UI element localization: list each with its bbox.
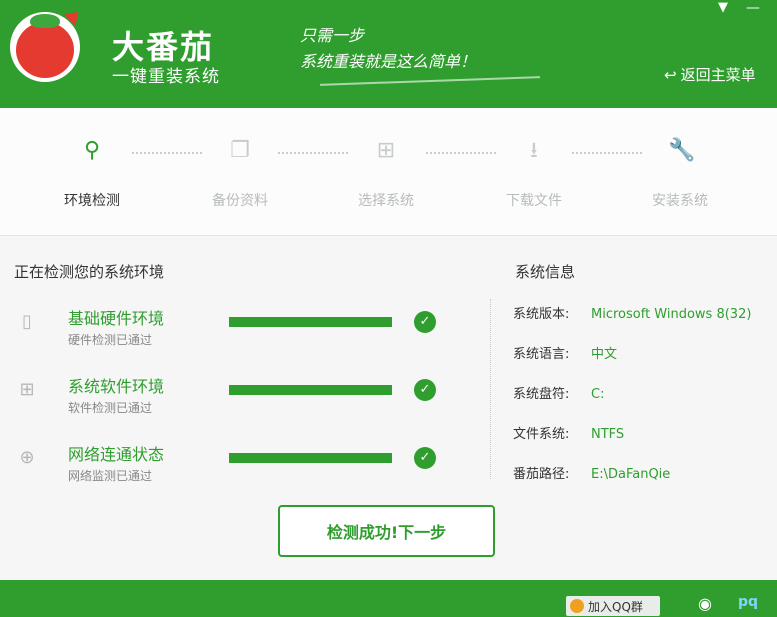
copy-icon: ❐	[230, 138, 250, 163]
info-row-drive: 系统盘符: C:	[513, 383, 604, 402]
leaf-icon	[30, 14, 60, 28]
pq-icon[interactable]: pq	[738, 594, 764, 614]
qq-label: 加入QQ群	[588, 599, 643, 614]
check-title: 网络连通状态	[68, 445, 165, 464]
app-footer: 加入QQ群 ◉ pq	[0, 580, 777, 617]
info-row-path: 番茄路径: E:\DaFanQie	[513, 463, 670, 482]
step-label: 安装系统	[652, 193, 708, 209]
check-passed-icon: ✓	[414, 311, 436, 333]
info-row-language: 系统语言: 中文	[513, 343, 617, 362]
slogan-underline	[320, 76, 540, 86]
divider	[490, 299, 491, 479]
info-key: 系统版本:	[513, 307, 570, 322]
check-row-network: ⊕ 网络连通状态 网络监测已通过 ✓	[0, 441, 480, 501]
step-bar: ⚲ 环境检测 ❐ 备份资料 ⊞ 选择系统 ⭳ 下载文件 🔧 安装系统	[0, 108, 777, 236]
check-row-software: ⊞ 系统软件环境 软件检测已通过 ✓	[0, 373, 480, 433]
info-row-version: 系统版本: Microsoft Windows 8(32)	[513, 303, 751, 322]
info-key: 文件系统:	[513, 427, 570, 442]
check-title: 基础硬件环境	[68, 309, 165, 328]
wrench-icon: 🔧	[668, 138, 696, 163]
info-key: 系统语言:	[513, 347, 570, 362]
step-label: 下载文件	[506, 193, 562, 209]
check-progress-bar	[229, 385, 392, 395]
check-status: 硬件检测已通过	[68, 333, 153, 347]
system-info-title: 系统信息	[515, 263, 576, 281]
search-icon: ⚲	[83, 138, 101, 163]
join-qq-group-button[interactable]: 加入QQ群	[566, 596, 660, 616]
back-label: 返回主菜单	[680, 66, 756, 84]
check-progress-bar	[229, 317, 392, 327]
tomato-logo-icon	[16, 22, 74, 78]
check-passed-icon: ✓	[414, 379, 436, 401]
minimize-button[interactable]: —	[746, 0, 760, 16]
check-progress-bar	[229, 453, 392, 463]
slogan-line-2: 系统重装就是这么简单！	[300, 52, 477, 71]
hardware-icon: ▯	[22, 311, 32, 332]
app-header: 大番茄 一键重装系统 只需一步 系统重装就是这么简单！ ▼ — ↩ 返回主菜单	[0, 0, 777, 108]
qq-icon	[570, 599, 584, 613]
globe-icon: ⊕	[19, 447, 35, 468]
check-passed-icon: ✓	[414, 447, 436, 469]
step-label: 选择系统	[358, 193, 414, 209]
check-status: 软件检测已通过	[68, 401, 153, 415]
weibo-icon[interactable]: ◉	[694, 594, 716, 614]
info-value: E:\DaFanQie	[591, 467, 671, 482]
check-status: 网络监测已通过	[68, 469, 153, 483]
main-panel: 正在检测您的系统环境 ▯ 基础硬件环境 硬件检测已通过 ✓ ⊞ 系统软件环境 软…	[0, 237, 777, 580]
step-label: 环境检测	[64, 193, 120, 209]
slogan-line-1: 只需一步	[300, 26, 365, 45]
step-label: 备份资料	[212, 193, 268, 209]
brand-subtitle: 一键重装系统	[112, 67, 220, 87]
windows-icon: ⊞	[376, 138, 396, 163]
windows-icon: ⊞	[19, 379, 35, 400]
step-backup: ❐ 备份资料	[190, 138, 290, 210]
info-value: Microsoft Windows 8(32)	[591, 307, 752, 322]
info-key: 系统盘符:	[513, 387, 570, 402]
back-icon: ↩	[664, 65, 677, 84]
info-key: 番茄路径:	[513, 467, 570, 482]
menu-dropdown-icon[interactable]: ▼	[718, 0, 728, 15]
check-row-hardware: ▯ 基础硬件环境 硬件检测已通过 ✓	[0, 305, 480, 365]
step-install: 🔧 安装系统	[630, 138, 730, 210]
next-step-button[interactable]: 检测成功!下一步	[278, 505, 495, 557]
info-row-filesystem: 文件系统: NTFS	[513, 423, 624, 442]
step-environment-check: ⚲ 环境检测	[42, 138, 142, 210]
check-title: 系统软件环境	[68, 377, 165, 396]
section-title: 正在检测您的系统环境	[14, 263, 165, 281]
back-to-main-menu-button[interactable]: ↩ 返回主菜单	[664, 64, 756, 85]
info-value: 中文	[591, 347, 618, 362]
step-download: ⭳ 下载文件	[484, 138, 584, 210]
download-icon: ⭳	[530, 138, 538, 163]
info-value: C:	[591, 387, 605, 402]
info-value: NTFS	[591, 427, 625, 442]
step-select-system: ⊞ 选择系统	[336, 138, 436, 210]
